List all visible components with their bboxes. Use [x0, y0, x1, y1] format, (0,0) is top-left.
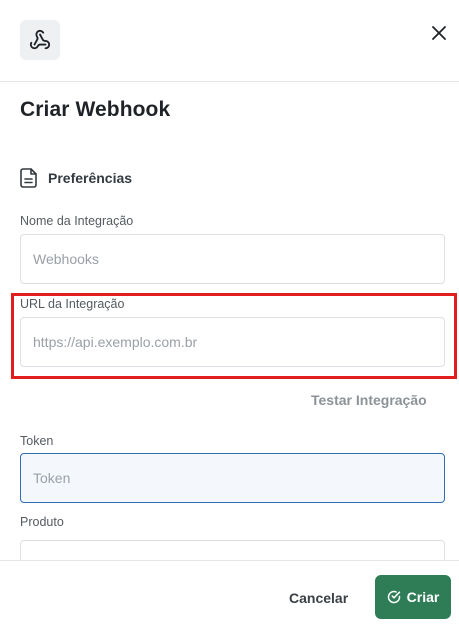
token-field-label: Token: [20, 434, 54, 448]
close-button[interactable]: [428, 22, 450, 44]
create-button[interactable]: Criar: [375, 575, 451, 619]
webhook-icon: [29, 29, 51, 50]
product-field-label: Produto: [20, 515, 64, 529]
close-icon: [432, 26, 446, 40]
test-integration-link[interactable]: Testar Integração: [311, 392, 427, 408]
highlight-box: [11, 293, 457, 379]
page-title: Criar Webhook: [20, 98, 171, 121]
name-field-label: Nome da Integração: [20, 214, 134, 228]
document-icon: [20, 168, 37, 188]
section-label: Preferências: [48, 170, 133, 186]
token-input[interactable]: [20, 453, 445, 503]
name-input[interactable]: [20, 234, 445, 284]
create-button-label: Criar: [406, 589, 440, 605]
modal-header: [0, 0, 459, 82]
section-preferences: Preferências: [20, 168, 132, 188]
modal-footer: Cancelar Criar: [0, 560, 459, 633]
webhook-logo: [20, 20, 60, 60]
cancel-button[interactable]: Cancelar: [289, 590, 348, 606]
check-circle-icon: [387, 590, 400, 604]
